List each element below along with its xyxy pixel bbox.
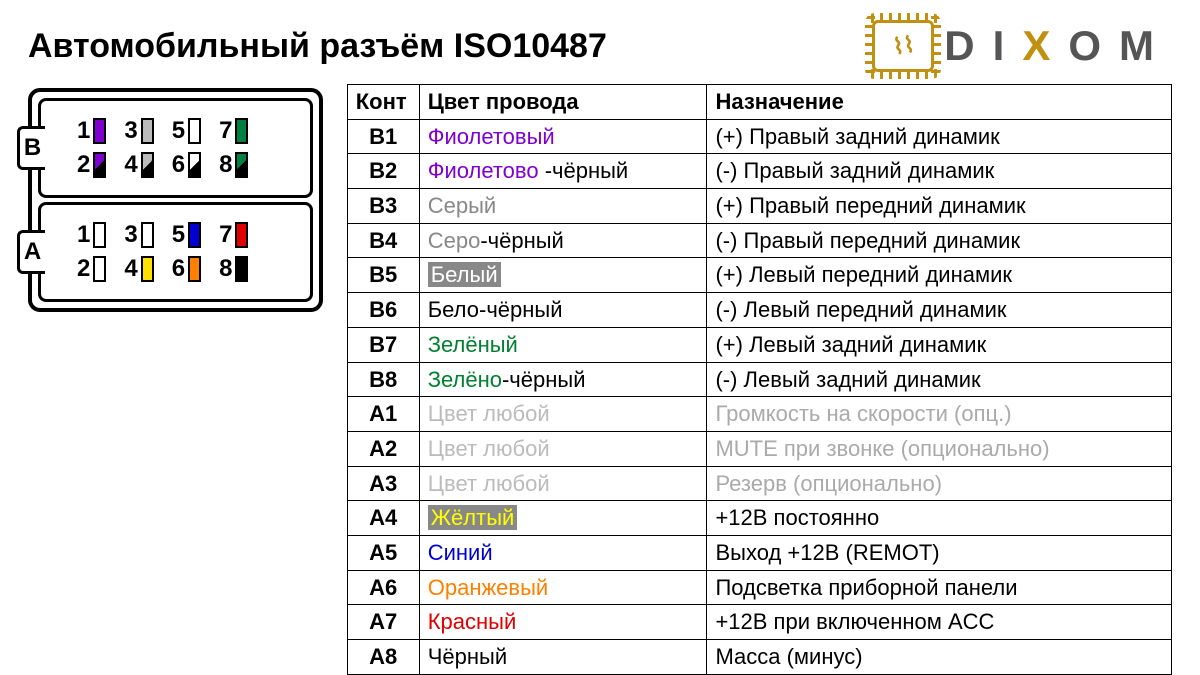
cell-pin: B1 <box>347 119 419 154</box>
connector-pin: 2 <box>77 255 106 283</box>
cell-pin: B5 <box>347 258 419 293</box>
cell-color: Белый <box>419 258 707 293</box>
cell-color: Зелёный <box>419 327 707 362</box>
col-func: Назначение <box>707 85 1172 120</box>
table-row: B1Фиолетовый(+) Правый задний динамик <box>347 119 1171 154</box>
col-color: Цвет провода <box>419 85 707 120</box>
cell-color: Жёлтый <box>419 501 707 536</box>
connector-pin: 7 <box>219 117 248 145</box>
cell-func: (+) Левый передний динамик <box>707 258 1172 293</box>
cell-color: Фиолетово -чёрный <box>419 154 707 189</box>
cell-func: Подсветка приборной панели <box>707 570 1172 605</box>
connector-pin: 3 <box>124 117 153 145</box>
table-row: A5СинийВыход +12В (REMOT) <box>347 535 1171 570</box>
cell-func: (+) Левый задний динамик <box>707 327 1172 362</box>
connector-pin: 2 <box>77 151 106 179</box>
cell-func: Резерв (опционально) <box>707 466 1172 501</box>
cell-pin: A8 <box>347 640 419 675</box>
table-row: A7Красный+12В при включенном ACC <box>347 605 1171 640</box>
connector-pin: 8 <box>219 255 248 283</box>
connector-pin: 4 <box>124 151 153 179</box>
cell-pin: A6 <box>347 570 419 605</box>
cell-color: Бело-чёрный <box>419 293 707 328</box>
cell-pin: B2 <box>347 154 419 189</box>
brand-text: DIXOM <box>944 22 1172 70</box>
table-row: B4Серо-чёрный(-) Правый передний динамик <box>347 223 1171 258</box>
table-row: B6Бело-чёрный(-) Левый передний динамик <box>347 293 1171 328</box>
cell-func: Громкость на скорости (опц.) <box>707 397 1172 432</box>
cell-func: +12В при включенном ACC <box>707 605 1172 640</box>
cell-color: Цвет любой <box>419 397 707 432</box>
table-row: A3Цвет любойРезерв (опционально) <box>347 466 1171 501</box>
connector-pin: 7 <box>219 221 248 249</box>
cell-color: Цвет любой <box>419 431 707 466</box>
cell-color: Фиолетовый <box>419 119 707 154</box>
cell-pin: B4 <box>347 223 419 258</box>
connector-pin: 1 <box>77 117 106 145</box>
cell-pin: A7 <box>347 605 419 640</box>
cell-func: (+) Правый передний динамик <box>707 189 1172 224</box>
cell-color: Синий <box>419 535 707 570</box>
cell-func: (+) Правый задний динамик <box>707 119 1172 154</box>
cell-pin: A3 <box>347 466 419 501</box>
cell-func: MUTE при звонке (опционально) <box>707 431 1172 466</box>
cell-pin: A1 <box>347 397 419 432</box>
col-pin: Конт <box>347 85 419 120</box>
cell-color: Цвет любой <box>419 466 707 501</box>
connector-pin: 5 <box>172 117 201 145</box>
table-row: A4Жёлтый+12В постоянно <box>347 501 1171 536</box>
connector-pin: 6 <box>172 255 201 283</box>
connector-pin: 5 <box>172 221 201 249</box>
cell-color: Оранжевый <box>419 570 707 605</box>
table-row: A2Цвет любойMUTE при звонке (опционально… <box>347 431 1171 466</box>
cell-func: +12В постоянно <box>707 501 1172 536</box>
connector-diagram: B 13572468 A 13572468 <box>28 84 323 312</box>
cell-pin: B6 <box>347 293 419 328</box>
connector-pin: 3 <box>124 221 153 249</box>
cell-func: (-) Правый передний динамик <box>707 223 1172 258</box>
connector-pin: 4 <box>124 255 153 283</box>
chip-icon: ⌇⌇ <box>872 20 934 72</box>
table-row: B3Серый(+) Правый передний динамик <box>347 189 1171 224</box>
table-row: B8Зелёно-чёрный(-) Левый задний динамик <box>347 362 1171 397</box>
cell-func: Масса (минус) <box>707 640 1172 675</box>
table-row: A1Цвет любойГромкость на скорости (опц.) <box>347 397 1171 432</box>
brand-logo: ⌇⌇ DIXOM <box>872 20 1172 72</box>
cell-pin: B8 <box>347 362 419 397</box>
cell-func: (-) Левый задний динамик <box>707 362 1172 397</box>
cell-pin: A4 <box>347 501 419 536</box>
cell-pin: A2 <box>347 431 419 466</box>
connector-pin: 6 <box>172 151 201 179</box>
connector-block-b: B 13572468 <box>38 98 313 198</box>
cell-color: Зелёно-чёрный <box>419 362 707 397</box>
connector-pin: 1 <box>77 221 106 249</box>
cell-pin: B7 <box>347 327 419 362</box>
cell-pin: B3 <box>347 189 419 224</box>
table-row: A6ОранжевыйПодсветка приборной панели <box>347 570 1171 605</box>
cell-pin: A5 <box>347 535 419 570</box>
connector-block-a: A 13572468 <box>38 202 313 302</box>
table-row: A8ЧёрныйМасса (минус) <box>347 640 1171 675</box>
cell-color: Чёрный <box>419 640 707 675</box>
cell-func: Выход +12В (REMOT) <box>707 535 1172 570</box>
table-row: B5Белый(+) Левый передний динамик <box>347 258 1171 293</box>
page-title: Автомобильный разъём ISO10487 <box>28 27 607 66</box>
table-row: B7Зелёный(+) Левый задний динамик <box>347 327 1171 362</box>
table-row: B2Фиолетово -чёрный(-) Правый задний дин… <box>347 154 1171 189</box>
cell-func: (-) Правый задний динамик <box>707 154 1172 189</box>
connector-pin: 8 <box>219 151 248 179</box>
cell-color: Серый <box>419 189 707 224</box>
pinout-table: Конт Цвет провода Назначение B1Фиолетовы… <box>347 84 1172 675</box>
cell-color: Красный <box>419 605 707 640</box>
cell-color: Серо-чёрный <box>419 223 707 258</box>
cell-func: (-) Левый передний динамик <box>707 293 1172 328</box>
